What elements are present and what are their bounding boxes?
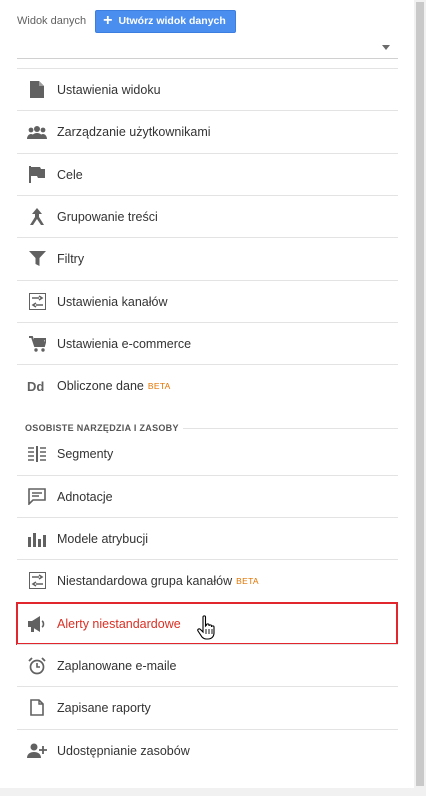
chevron-down-icon [382, 45, 390, 50]
menu-item-channel-settings[interactable]: Ustawienia kanałów [17, 280, 398, 322]
dd-icon: Dd [26, 375, 48, 397]
alarm-clock-icon [26, 655, 48, 677]
menu-item-annotations[interactable]: Adnotacje [17, 475, 398, 517]
menu-item-label: Cele [57, 167, 83, 182]
menu-item-label: Modele atrybucji [57, 531, 149, 546]
menu-item-label: Grupowanie treści [57, 209, 158, 224]
menu-item-label: Ustawienia kanałów [57, 294, 168, 309]
menu-item-scheduled-emails[interactable]: Zaplanowane e-maile [17, 644, 398, 686]
content-grouping-icon [26, 206, 48, 228]
users-icon [26, 121, 48, 143]
menu-item-label: Udostępnianie zasobów [57, 743, 190, 758]
menu-item-asset-sharing[interactable]: Udostępnianie zasobów [17, 729, 398, 771]
menu-item-label: Zapisane raporty [57, 700, 151, 715]
view-header: Widok danych + Utwórz widok danych [17, 9, 236, 33]
menu-item-label: Niestandardowa grupa kanałów [57, 573, 233, 588]
document-icon [26, 79, 48, 101]
plus-icon: + [103, 12, 113, 29]
menu-item-calculated-metrics[interactable]: Dd Obliczone dane BETA [17, 364, 398, 406]
scrollbar-thumb[interactable] [416, 2, 424, 786]
menu-item-custom-channel-grouping[interactable]: Niestandardowa grupa kanałów BETA [17, 559, 398, 601]
cart-icon [26, 333, 48, 355]
bottom-scroll-strip [0, 788, 414, 796]
menu-item-label: Ustawienia widoku [57, 82, 161, 97]
hand-cursor-icon [197, 615, 215, 640]
menu-item-label: Adnotacje [57, 489, 113, 504]
create-view-button-label: Utwórz widok danych [118, 15, 226, 27]
menu-item-segments[interactable]: Segmenty [17, 433, 398, 475]
beta-badge: BETA [236, 575, 259, 586]
segments-icon [26, 443, 48, 465]
custom-channel-icon [26, 570, 48, 592]
menu-item-filters[interactable]: Filtry [17, 237, 398, 279]
menu-item-user-management[interactable]: Zarządzanie użytkownikami [17, 110, 398, 152]
menu-item-label: Filtry [57, 251, 85, 266]
menu-item-content-grouping[interactable]: Grupowanie treści [17, 195, 398, 237]
menu-item-label: Obliczone dane [57, 378, 144, 393]
bar-chart-icon [26, 528, 48, 550]
view-selector-dropdown[interactable] [17, 36, 398, 59]
menu-item-label: Zarządzanie użytkownikami [57, 124, 211, 139]
flag-icon [26, 164, 48, 186]
channel-settings-icon [26, 291, 48, 313]
menu-item-ecommerce-settings[interactable]: Ustawienia e-commerce [17, 322, 398, 364]
menu-item-view-settings[interactable]: Ustawienia widoku [17, 68, 398, 110]
menu-item-label: Zaplanowane e-maile [57, 658, 177, 673]
saved-report-icon [26, 697, 48, 719]
menu-item-attribution-models[interactable]: Modele atrybucji [17, 517, 398, 559]
menu-item-saved-reports[interactable]: Zapisane raporty [17, 686, 398, 728]
beta-badge: BETA [147, 380, 171, 391]
create-view-button[interactable]: + Utwórz widok danych [95, 9, 236, 33]
share-person-icon [26, 740, 48, 762]
view-label: Widok danych [17, 15, 87, 27]
menu-item-goals[interactable]: Cele [17, 153, 398, 195]
menu-item-label: Segmenty [57, 447, 114, 461]
section-divider [183, 428, 398, 429]
svg-text:Dd: Dd [27, 379, 44, 393]
annotation-icon [26, 486, 48, 508]
menu-item-label: Ustawienia e-commerce [57, 336, 192, 351]
filter-icon [26, 248, 48, 270]
